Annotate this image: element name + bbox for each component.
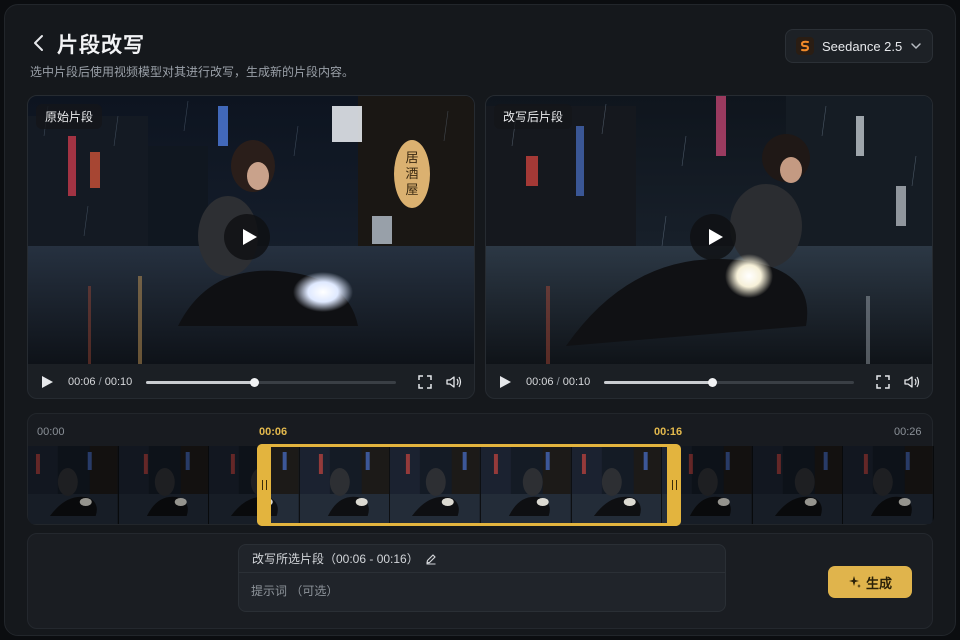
progress-knob[interactable] bbox=[249, 377, 259, 387]
page-subtitle: 选中片段后使用视频模型对其进行改写，生成新的片段内容。 bbox=[30, 65, 355, 79]
model-selector[interactable]: Seedance 2.5 bbox=[785, 29, 933, 63]
rewritten-clip-panel: 改写后片段 00:06 / 00:10 bbox=[485, 95, 933, 399]
time-readout: 00:06 / 00:10 bbox=[68, 376, 133, 388]
grip-icon bbox=[671, 480, 677, 490]
original-video[interactable]: 居酒屋 原始片段 bbox=[28, 96, 474, 364]
grip-icon bbox=[261, 480, 267, 490]
prompt-input[interactable] bbox=[251, 579, 711, 603]
selection-range[interactable] bbox=[257, 444, 681, 526]
prompt-card: 改写所选片段（00:06 - 00:16） bbox=[238, 544, 726, 612]
progress-knob[interactable] bbox=[707, 377, 717, 387]
prompt-header-text: 改写所选片段（00:06 - 00:16） bbox=[252, 552, 419, 566]
seedance-logo-icon bbox=[796, 37, 814, 55]
panel-tag-rewritten: 改写后片段 bbox=[494, 104, 573, 129]
video-play-button[interactable] bbox=[224, 214, 270, 260]
unselected-overlay-left bbox=[28, 446, 257, 524]
progress-fill bbox=[146, 380, 254, 384]
video-play-button[interactable] bbox=[690, 214, 736, 260]
selection-end-label: 00:16 bbox=[654, 426, 683, 438]
panel-tag-original: 原始片段 bbox=[36, 104, 103, 129]
play-icon bbox=[242, 229, 257, 245]
lantern-sign-text: 居酒屋 bbox=[405, 151, 418, 198]
video-controls: 00:06 / 00:10 bbox=[28, 364, 474, 398]
volume-icon[interactable] bbox=[904, 375, 920, 389]
prompt-header: 改写所选片段（00:06 - 00:16） bbox=[239, 545, 725, 573]
unselected-overlay-right bbox=[681, 446, 934, 524]
play-icon[interactable] bbox=[498, 375, 512, 389]
original-clip-panel: 居酒屋 原始片段 00:06 / 00:10 bbox=[27, 95, 475, 399]
play-icon[interactable] bbox=[40, 375, 54, 389]
chevron-down-icon bbox=[911, 43, 921, 50]
timeline-start-label: 00:00 bbox=[37, 426, 65, 438]
prompt-section: 改写所选片段（00:06 - 00:16） 生成 bbox=[27, 533, 933, 629]
time-readout: 00:06 / 00:10 bbox=[526, 376, 591, 388]
timeline-end-label: 00:26 bbox=[894, 426, 922, 438]
filmstrip[interactable] bbox=[28, 444, 934, 526]
back-arrow-icon[interactable] bbox=[29, 33, 49, 53]
selection-end-handle[interactable] bbox=[667, 444, 681, 526]
fullscreen-icon[interactable] bbox=[876, 375, 890, 389]
rewritten-video[interactable]: 改写后片段 bbox=[486, 96, 932, 364]
clip-rewrite-window: 片段改写 选中片段后使用视频模型对其进行改写，生成新的片段内容。 Seedanc… bbox=[4, 4, 956, 636]
progress-fill bbox=[604, 380, 712, 384]
sparkle-icon bbox=[848, 576, 861, 588]
pencil-icon[interactable] bbox=[425, 553, 437, 565]
video-controls: 00:06 / 00:10 bbox=[486, 364, 932, 398]
play-icon bbox=[708, 229, 723, 245]
generate-button[interactable]: 生成 bbox=[828, 566, 912, 598]
model-name: Seedance 2.5 bbox=[822, 38, 903, 54]
volume-icon[interactable] bbox=[446, 375, 462, 389]
page-title: 片段改写 bbox=[57, 34, 145, 57]
video-progress-bar[interactable] bbox=[604, 377, 854, 387]
video-progress-bar[interactable] bbox=[146, 377, 396, 387]
clip-timeline: 00:00 00:06 00:16 00:26 bbox=[27, 413, 934, 526]
selection-start-handle[interactable] bbox=[257, 444, 271, 526]
fullscreen-icon[interactable] bbox=[418, 375, 432, 389]
generate-label: 生成 bbox=[865, 575, 892, 591]
selection-start-label: 00:06 bbox=[259, 426, 288, 438]
